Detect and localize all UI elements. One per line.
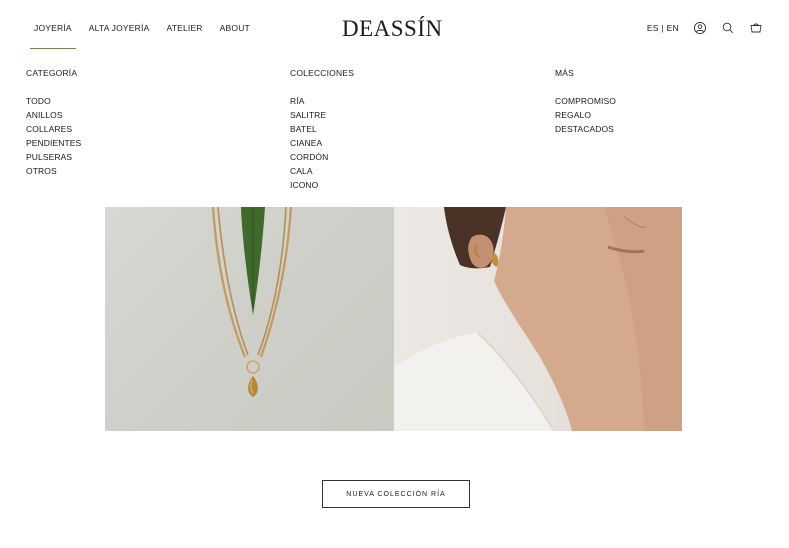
menu-list-categoria: TODO ANILLOS COLLARES PENDIENTES PULSERA… (26, 94, 81, 178)
menu-column-categoria: CATEGORÍA TODO ANILLOS COLLARES PENDIENT… (26, 68, 81, 178)
menu-column-mas: MÁS COMPROMISO REGALO DESTACADOS (555, 68, 616, 136)
menu-list-colecciones: RÍA SALITRE BATEL CIANEA CORDÓN CALA ICO… (290, 94, 354, 192)
menu-item-batel[interactable]: BATEL (290, 122, 354, 136)
menu-item-cordon[interactable]: CORDÓN (290, 150, 354, 164)
menu-item-ria[interactable]: RÍA (290, 94, 354, 108)
banner-image-necklace (105, 207, 394, 431)
menu-column-colecciones: COLECCIONES RÍA SALITRE BATEL CIANEA COR… (290, 68, 354, 192)
search-icon[interactable] (721, 21, 735, 35)
site-header: JOYERÍA ALTA JOYERÍA ATELIER ABOUT DEASS… (0, 0, 789, 56)
collection-banner[interactable] (105, 207, 682, 431)
menu-heading-colecciones: COLECCIONES (290, 68, 355, 78)
menu-item-collares[interactable]: COLLARES (26, 122, 81, 136)
banner-image-earrings (393, 207, 682, 431)
menu-item-pulseras[interactable]: PULSERAS (26, 150, 81, 164)
menu-item-anillos[interactable]: ANILLOS (26, 108, 81, 122)
menu-item-salitre[interactable]: SALITRE (290, 108, 354, 122)
account-icon[interactable] (693, 21, 707, 35)
menu-heading-mas: MÁS (555, 68, 575, 78)
menu-list-mas: COMPROMISO REGALO DESTACADOS (555, 94, 616, 136)
language-switcher[interactable]: ES | EN (647, 23, 679, 33)
menu-item-regalo[interactable]: REGALO (555, 108, 616, 122)
menu-item-compromiso[interactable]: COMPROMISO (555, 94, 616, 108)
nav-alta-joyeria[interactable]: ALTA JOYERÍA (89, 23, 150, 33)
cart-icon[interactable] (749, 21, 763, 35)
menu-item-cianea[interactable]: CIANEA (290, 136, 354, 150)
nav-about[interactable]: ABOUT (220, 23, 250, 33)
menu-item-icono[interactable]: ICONO (290, 178, 354, 192)
header-actions: ES | EN (647, 21, 763, 35)
menu-item-otros[interactable]: OTROS (26, 164, 81, 178)
main-nav: JOYERÍA ALTA JOYERÍA ATELIER ABOUT (30, 23, 250, 49)
nav-atelier[interactable]: ATELIER (166, 23, 202, 33)
new-collection-button[interactable]: NUEVA COLECCIÓN RÍA (322, 480, 470, 508)
menu-item-todo[interactable]: TODO (26, 94, 81, 108)
menu-item-destacados[interactable]: DESTACADOS (555, 122, 616, 136)
menu-item-pendientes[interactable]: PENDIENTES (26, 136, 81, 150)
menu-heading-categoria: CATEGORÍA (26, 68, 78, 78)
brand-logo[interactable]: DEASSÍN (342, 16, 443, 42)
nav-joyeria[interactable]: JOYERÍA (30, 23, 76, 49)
menu-item-cala[interactable]: CALA (290, 164, 354, 178)
